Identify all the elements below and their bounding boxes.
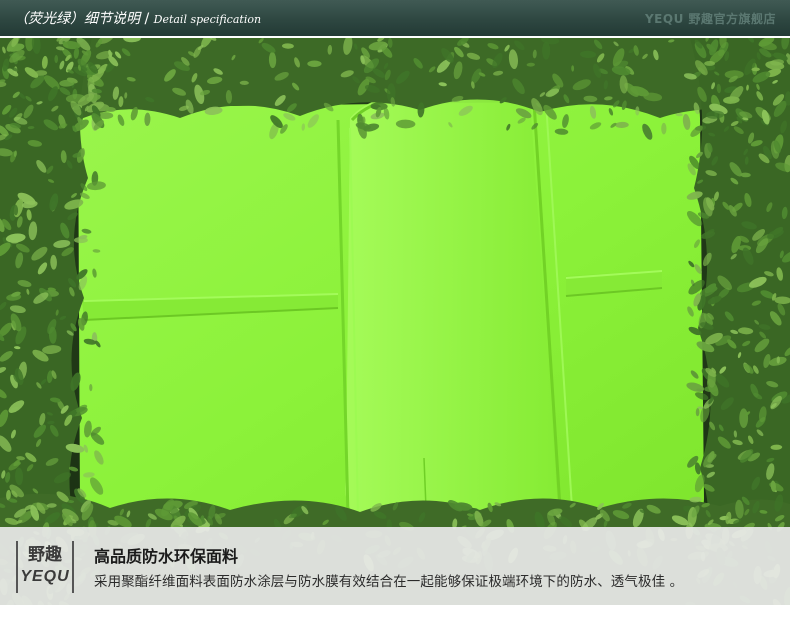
header-bar: （荧光绿）细节说明 / Detail specification YEQU 野趣… xyxy=(0,0,790,36)
logo-cn: 野趣 xyxy=(28,545,62,565)
feature-description: 采用聚酯纤维面料表面防水涂层与防水膜有效结合在一起能够保证极端环境下的防水、透气… xyxy=(94,574,684,590)
logo-en: YEQU xyxy=(20,568,70,585)
title-cn: （荧光绿）细节说明 xyxy=(14,11,140,27)
feature-title: 高品质防水环保面料 xyxy=(94,547,239,566)
title-en: Detail specification xyxy=(153,13,262,26)
section-title: （荧光绿）细节说明 / Detail specification xyxy=(14,8,261,28)
bottom-margin xyxy=(0,605,790,631)
store-watermark: YEQU 野趣官方旗舰店 xyxy=(644,12,776,26)
title-separator: / xyxy=(140,11,154,27)
brand-logo: 野趣 YEQU xyxy=(16,541,74,593)
feature-caption: 野趣 YEQU 高品质防水环保面料 采用聚酯纤维面料表面防水涂层与防水膜有效结合… xyxy=(0,527,790,605)
raincoat-fabric xyxy=(78,93,704,524)
